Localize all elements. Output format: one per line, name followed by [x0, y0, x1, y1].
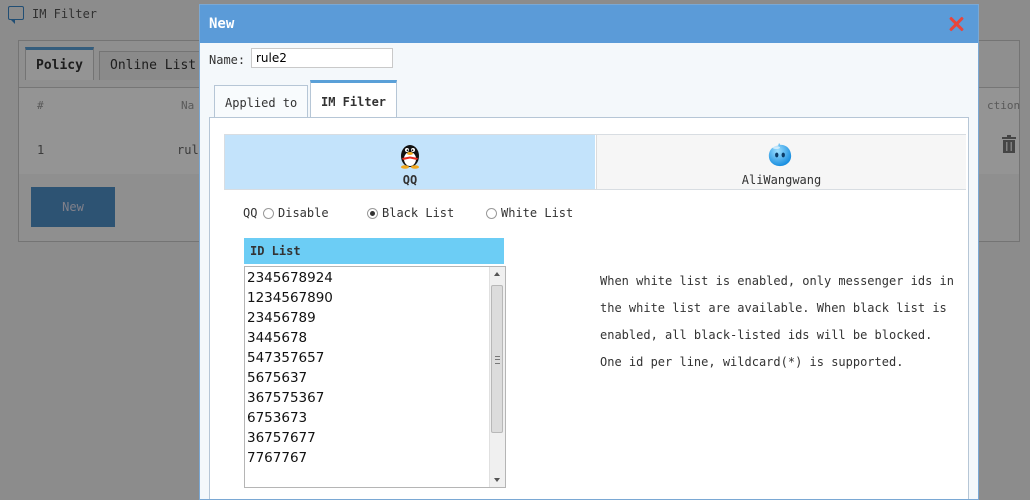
id-list-line: 2345678924: [247, 270, 333, 286]
id-list-lines: 2345678924 1234567890 23456789 3445678 5…: [247, 268, 333, 468]
grip-icon: [495, 356, 500, 364]
qq-penguin-icon: [401, 145, 419, 169]
id-list-line: 1234567890: [247, 290, 333, 306]
id-list-textarea[interactable]: 2345678924 1234567890 23456789 3445678 5…: [244, 266, 506, 488]
messenger-selector: QQ AliWangwang: [224, 134, 966, 190]
scroll-down-icon[interactable]: [494, 478, 500, 482]
tab-im-filter[interactable]: IM Filter: [310, 80, 398, 118]
radio-white-list-circle[interactable]: [486, 208, 497, 219]
dialog-header: New: [200, 5, 978, 43]
scrollbar-thumb[interactable]: [491, 285, 503, 433]
name-label: Name:: [209, 53, 246, 67]
messenger-qq[interactable]: QQ: [225, 135, 595, 189]
messenger-qq-label: QQ: [402, 173, 418, 187]
tab-applied-to[interactable]: Applied to: [214, 85, 309, 118]
name-input[interactable]: [251, 48, 393, 68]
id-list-scrollbar[interactable]: [489, 267, 505, 487]
radio-group-label: QQ: [243, 206, 258, 220]
radio-disable-label: Disable: [278, 206, 329, 220]
radio-black-list[interactable]: Black List: [367, 204, 454, 222]
id-list-header: ID List: [244, 238, 504, 264]
id-list-line: 3445678: [247, 330, 308, 346]
im-filter-content: QQ AliWangwang QQ Disable Black List Whi…: [209, 117, 969, 499]
dialog-title: New: [209, 16, 235, 32]
id-list-line: 23456789: [247, 310, 316, 326]
id-list-line: 36757677: [247, 430, 316, 446]
name-row: Name:: [209, 48, 393, 72]
id-list-line: 547357657: [247, 350, 325, 366]
radio-disable[interactable]: Disable: [263, 204, 329, 222]
radio-black-list-label: Black List: [382, 206, 455, 220]
messenger-aliwangwang-label: AliWangwang: [741, 173, 822, 187]
help-text: When white list is enabled, only messeng…: [600, 274, 955, 369]
radio-white-list[interactable]: White List: [486, 204, 573, 222]
radio-black-list-circle[interactable]: [367, 208, 378, 219]
id-list-line: 6753673: [247, 410, 308, 426]
id-list-line: 7767767: [247, 450, 308, 466]
id-list-line: 367575367: [247, 390, 325, 406]
aliwangwang-icon: [768, 142, 792, 167]
id-list-line: 5675637: [247, 370, 308, 386]
new-rule-dialog: New Name: Applied to IM Filter QQ: [199, 4, 979, 500]
close-icon[interactable]: [948, 16, 964, 32]
messenger-aliwangwang[interactable]: AliWangwang: [596, 135, 966, 189]
radio-white-list-label: White List: [501, 206, 574, 220]
scroll-up-icon[interactable]: [494, 272, 500, 276]
radio-disable-circle[interactable]: [263, 208, 274, 219]
